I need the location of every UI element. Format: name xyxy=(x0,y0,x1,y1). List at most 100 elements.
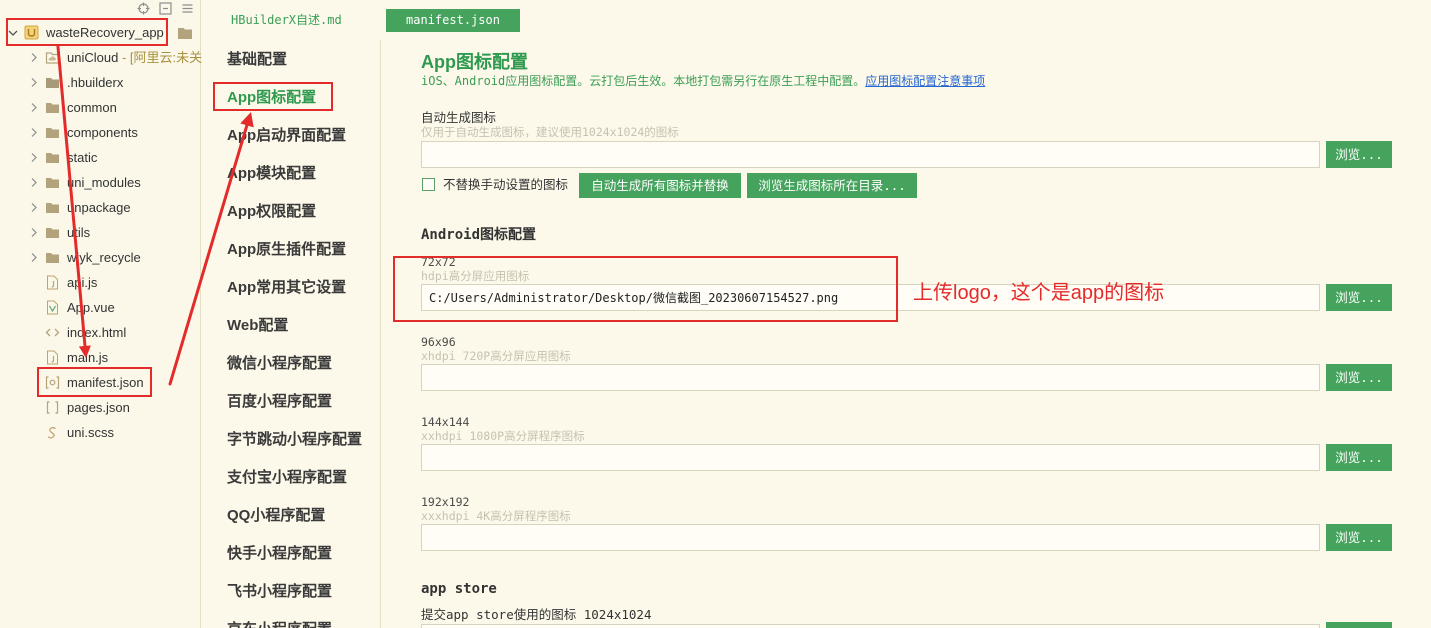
tree-item-uni-modules[interactable]: uni_modules xyxy=(0,170,200,195)
tree-item-common[interactable]: common xyxy=(0,95,200,120)
file-tree-sidebar: wasteRecovery_app uniCloud - [阿里云:未关 .hb… xyxy=(0,0,203,628)
nav-item-kuaishou-mp[interactable]: 快手小程序配置 xyxy=(227,544,332,564)
tree-item-app-vue[interactable]: App.vue xyxy=(0,295,200,320)
icon-size-hint: xhdpi 720P高分屏应用图标 xyxy=(421,349,571,363)
tab-manifest-json[interactable]: manifest.json xyxy=(386,9,520,32)
nav-item-app-permissions[interactable]: App权限配置 xyxy=(227,202,316,222)
tree-item-label: uni.scss xyxy=(67,425,114,440)
folder-icon xyxy=(46,203,59,213)
annotation-text: 上传logo，这个是app的图标 xyxy=(913,282,1165,304)
json-file-icon xyxy=(46,401,59,414)
icon-size-label: 96x96 xyxy=(421,335,456,349)
target-icon[interactable] xyxy=(137,2,150,15)
annotation-highlight-nav-app-icon xyxy=(213,82,333,111)
app-store-path-input[interactable] xyxy=(421,624,1320,628)
icon-144-browse-button[interactable]: 浏览... xyxy=(1326,444,1392,471)
app-store-browse-button[interactable] xyxy=(1326,622,1392,628)
tree-item-label: .hbuilderx xyxy=(67,75,124,90)
icon-config-notes-link[interactable]: 应用图标配置注意事项 xyxy=(865,74,985,88)
tree-item-label: unpackage xyxy=(67,200,131,215)
tree-item-pages-json[interactable]: pages.json xyxy=(0,395,200,420)
keep-manual-icons-checkbox[interactable] xyxy=(422,178,435,191)
chevron-right-icon[interactable] xyxy=(30,202,38,213)
auto-generate-browse-button[interactable]: 浏览... xyxy=(1326,141,1392,168)
tree-item-label: static xyxy=(67,150,98,165)
collapse-all-icon[interactable] xyxy=(159,2,172,15)
icon-96-browse-button[interactable]: 浏览... xyxy=(1326,364,1392,391)
nav-item-qq-mp[interactable]: QQ小程序配置 xyxy=(227,506,325,526)
tree-item-index-html[interactable]: index.html xyxy=(0,320,200,345)
page-description: iOS、Android应用图标配置。云打包后生效。本地打包需另行在原生工程中配置… xyxy=(421,74,986,88)
tree-item-static[interactable]: static xyxy=(0,145,200,170)
chevron-right-icon[interactable] xyxy=(30,227,38,238)
icon-72-browse-button[interactable]: 浏览... xyxy=(1326,284,1392,311)
auto-generate-path-input[interactable] xyxy=(421,141,1320,168)
tree-item-label: uni_modules xyxy=(67,175,141,190)
folder-icon xyxy=(46,103,59,113)
tree-item-hbuilderx[interactable]: .hbuilderx xyxy=(0,70,200,95)
nav-item-jd-mp[interactable]: 京东小程序配置 xyxy=(227,620,332,628)
tree-item-label: main.js xyxy=(67,350,109,365)
chevron-right-icon[interactable] xyxy=(30,52,38,63)
tree-item-label: api.js xyxy=(67,275,98,290)
nav-item-toutiao-mp[interactable]: 字节跳动小程序配置 xyxy=(227,430,362,450)
nav-item-lark-mp[interactable]: 飞书小程序配置 xyxy=(227,582,332,602)
nav-item-app-other-settings[interactable]: App常用其它设置 xyxy=(227,278,346,298)
chevron-right-icon[interactable] xyxy=(30,177,38,188)
chevron-right-icon[interactable] xyxy=(30,77,38,88)
folder-icon[interactable] xyxy=(177,26,193,40)
tree-item-label: App.vue xyxy=(67,300,115,315)
nav-item-app-splash[interactable]: App启动界面配置 xyxy=(227,126,346,146)
nav-item-basic[interactable]: 基础配置 xyxy=(227,50,287,70)
cloud-folder-icon xyxy=(45,52,60,64)
tree-item-api-js[interactable]: api.js xyxy=(0,270,200,295)
nav-item-app-modules[interactable]: App模块配置 xyxy=(227,164,316,184)
tree-item-label: index.html xyxy=(67,325,127,340)
icon-size-hint: xxxhdpi 4K高分屏程序图标 xyxy=(421,509,571,523)
annotation-highlight-manifest xyxy=(37,367,152,397)
nav-item-weixin-mp[interactable]: 微信小程序配置 xyxy=(227,354,332,374)
icon-96-path-input[interactable] xyxy=(421,364,1320,391)
chevron-right-icon[interactable] xyxy=(30,152,38,163)
nav-item-baidu-mp[interactable]: 百度小程序配置 xyxy=(227,392,332,412)
auto-generate-hint: 仅用于自动生成图标，建议使用1024x1024的图标 xyxy=(421,125,679,139)
chevron-right-icon[interactable] xyxy=(30,102,38,113)
tree-item-label: uniCloud - [阿里云:未关 xyxy=(67,50,203,65)
tree-item-unpackage[interactable]: unpackage xyxy=(0,195,200,220)
icon-144-path-input[interactable] xyxy=(421,444,1320,471)
generate-all-icons-button[interactable]: 自动生成所有图标并替换 xyxy=(579,173,741,198)
nav-item-web[interactable]: Web配置 xyxy=(227,316,288,336)
menu-icon[interactable] xyxy=(181,2,194,15)
tree-item-label: common xyxy=(67,100,117,115)
tree-item-wjyk-recycle[interactable]: wjyk_recycle xyxy=(0,245,200,270)
js-file-icon xyxy=(47,350,58,365)
android-section-title: Android图标配置 xyxy=(421,227,537,243)
folder-icon xyxy=(46,253,59,263)
icon-192-browse-button[interactable]: 浏览... xyxy=(1326,524,1392,551)
tab-readme[interactable]: HBuilderX自述.md xyxy=(231,12,342,28)
icon-size-hint: xxhdpi 1080P高分屏程序图标 xyxy=(421,429,585,443)
vue-file-icon xyxy=(47,300,58,315)
folder-icon xyxy=(46,78,59,88)
annotation-highlight-icon-72 xyxy=(393,256,898,322)
folder-icon xyxy=(46,153,59,163)
folder-icon xyxy=(46,128,59,138)
folder-icon xyxy=(46,178,59,188)
folder-icon xyxy=(46,228,59,238)
tree-item-unicloud[interactable]: uniCloud - [阿里云:未关 xyxy=(0,45,203,70)
chevron-right-icon[interactable] xyxy=(30,127,38,138)
icon-192-path-input[interactable] xyxy=(421,524,1320,551)
tree-item-utils[interactable]: utils xyxy=(0,220,200,245)
keep-manual-icons-label[interactable]: 不替换手动设置的图标 xyxy=(443,177,568,193)
nav-item-app-native-plugins[interactable]: App原生插件配置 xyxy=(227,240,346,260)
chevron-right-icon[interactable] xyxy=(30,252,38,263)
tree-item-label: utils xyxy=(67,225,91,240)
page-title: App图标配置 xyxy=(421,52,528,72)
open-generated-dir-button[interactable]: 浏览生成图标所在目录... xyxy=(747,173,917,198)
cloud-status-note: - [阿里云:未关 xyxy=(121,50,203,65)
app-store-icon-label: 提交app store使用的图标 1024x1024 xyxy=(421,607,652,622)
tree-item-components[interactable]: components xyxy=(0,120,200,145)
nav-item-alipay-mp[interactable]: 支付宝小程序配置 xyxy=(227,468,347,488)
icon-size-label: 144x144 xyxy=(421,415,470,429)
tree-item-uni-scss[interactable]: uni.scss xyxy=(0,420,200,445)
